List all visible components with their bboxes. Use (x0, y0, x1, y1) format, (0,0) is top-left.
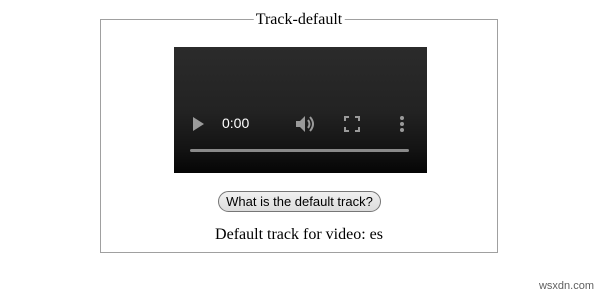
result-text: Default track for video: es (215, 226, 383, 243)
play-icon[interactable] (193, 117, 204, 131)
volume-icon[interactable] (295, 115, 317, 133)
more-options-icon[interactable] (399, 115, 405, 133)
watermark: wsxdn.com (538, 280, 594, 292)
video-progress-bar[interactable] (190, 149, 409, 152)
fieldset-legend: Track-default (253, 10, 345, 29)
fieldset-container: Track-default 0:00 What is the default t… (100, 10, 498, 253)
video-current-time: 0:00 (222, 115, 250, 131)
default-track-button[interactable]: What is the default track? (218, 191, 381, 212)
video-player[interactable]: 0:00 (174, 47, 427, 173)
fullscreen-icon[interactable] (344, 116, 360, 132)
